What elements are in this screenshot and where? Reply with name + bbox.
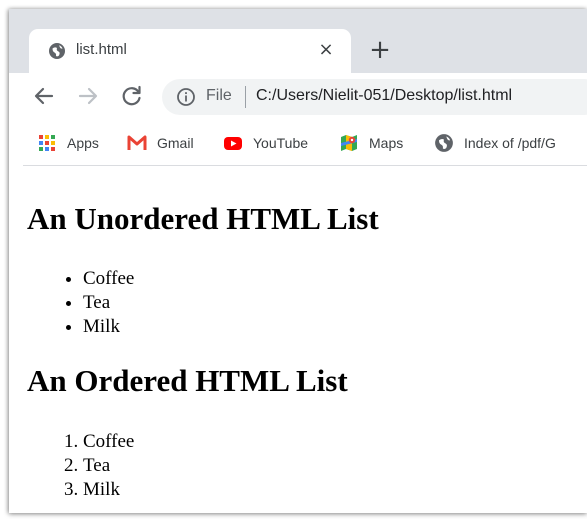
forward-arrow-icon[interactable]: [75, 83, 101, 109]
apps-grid-icon: [39, 135, 55, 151]
list-item: Milk: [83, 478, 134, 502]
maps-icon: [341, 135, 357, 151]
bookmarks-bar: Apps Gmail YouTube Maps Index of /pdf/G: [9, 121, 587, 165]
info-icon[interactable]: [176, 87, 196, 107]
address-bar[interactable]: File C:/Users/Nielit-051/Desktop/list.ht…: [162, 79, 587, 115]
tab-strip: list.html × +: [9, 9, 587, 73]
scheme-label: File: [206, 87, 232, 104]
new-tab-button[interactable]: +: [367, 37, 393, 63]
list-item: Tea: [83, 454, 134, 478]
url-text[interactable]: C:/Users/Nielit-051/Desktop/list.html: [256, 87, 512, 105]
back-arrow-icon[interactable]: [31, 83, 57, 109]
browser-window: list.html × + File C:/Users/Nielit-051/D…: [9, 9, 587, 513]
list-item: Milk: [83, 315, 134, 339]
unordered-list: Coffee Tea Milk: [83, 267, 134, 339]
bookmark-label: Apps: [67, 135, 99, 151]
youtube-icon: [224, 137, 242, 150]
unordered-list-heading: An Unordered HTML List: [27, 201, 379, 236]
ordered-list-heading: An Ordered HTML List: [27, 363, 348, 398]
gmail-icon: [127, 135, 147, 150]
browser-chrome: list.html × + File C:/Users/Nielit-051/D…: [9, 9, 587, 166]
bookmark-label: Maps: [369, 135, 404, 151]
reload-icon[interactable]: [119, 83, 145, 109]
list-item: Tea: [83, 291, 134, 315]
tab-close-icon[interactable]: ×: [315, 39, 337, 61]
globe-icon: [435, 134, 453, 152]
chrome-divider: [23, 165, 587, 166]
bookmark-label: Gmail: [157, 135, 194, 151]
bookmark-label: YouTube: [253, 135, 309, 151]
tab-title: list.html: [76, 41, 127, 58]
ordered-list: Coffee Tea Milk: [83, 430, 134, 502]
globe-icon: [49, 43, 65, 59]
address-separator: [245, 86, 246, 108]
bookmark-label: Index of /pdf/G: [464, 135, 556, 151]
list-item: Coffee: [83, 430, 134, 454]
toolbar: File C:/Users/Nielit-051/Desktop/list.ht…: [9, 73, 587, 121]
tab-list-html[interactable]: list.html ×: [29, 29, 351, 73]
list-item: Coffee: [83, 267, 134, 291]
